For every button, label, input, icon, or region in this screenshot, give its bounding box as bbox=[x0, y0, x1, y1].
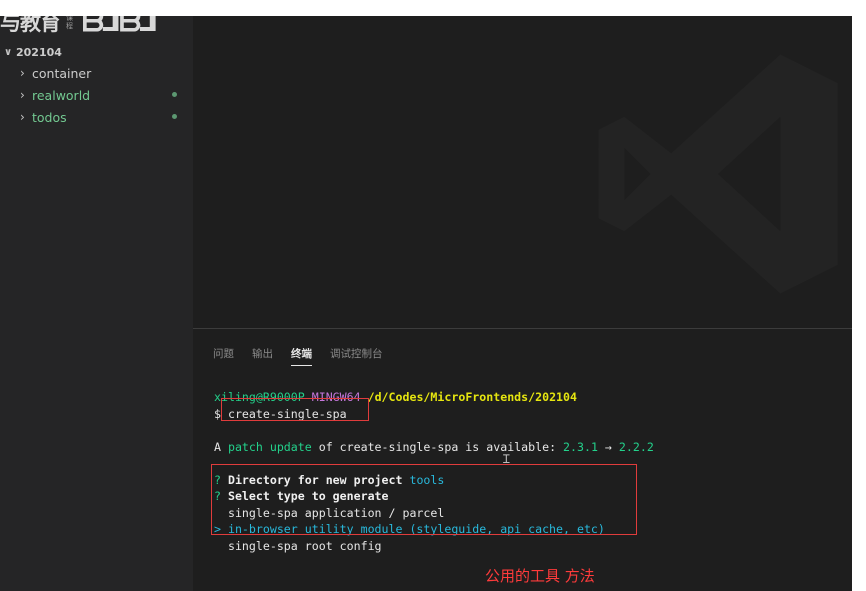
update-text: : bbox=[549, 439, 564, 454]
annotation-text: 公用的工具 方法 bbox=[485, 567, 595, 585]
file-tree: ∨ 202104 › container › realworld › todos bbox=[0, 42, 193, 128]
bottom-panel: 问题 输出 终端 调试控制台 xiling@R9000P MINGW64 /d/… bbox=[193, 328, 852, 591]
terminal-path: /d/Codes/MicroFrontends/202104 bbox=[367, 390, 577, 404]
update-patch: patch update bbox=[227, 439, 312, 454]
tab-problems[interactable]: 问题 bbox=[213, 343, 234, 365]
tab-output[interactable]: 输出 bbox=[252, 343, 273, 365]
explorer-sidebar: 与教育 课程 ᗷᒧᗷᒧ ∨ 202104 › container › realw… bbox=[0, 16, 193, 591]
update-text: A bbox=[214, 439, 228, 454]
highlight-box-command bbox=[221, 398, 369, 421]
tab-debug-console[interactable]: 调试控制台 bbox=[330, 343, 383, 365]
panel-tabs: 问题 输出 终端 调试控制台 bbox=[213, 343, 383, 366]
terminal-prompt-symbol: $ bbox=[214, 406, 221, 421]
update-available: available bbox=[486, 439, 550, 454]
folder-root-label: 202104 bbox=[16, 45, 62, 59]
logo-text: 与教育 bbox=[0, 16, 61, 35]
watermark-logo: 与教育 课程 ᗷᒧᗷᒧ bbox=[0, 16, 158, 42]
editor-area[interactable] bbox=[193, 16, 852, 328]
tab-terminal[interactable]: 终端 bbox=[291, 343, 312, 366]
folder-label: todos bbox=[32, 109, 67, 125]
vscode-watermark-icon bbox=[598, 54, 838, 294]
terminal-blank bbox=[214, 422, 654, 439]
update-text: of create-single-spa is bbox=[311, 439, 487, 454]
folder-container[interactable]: › container bbox=[0, 62, 193, 84]
terminal-update-line: A patch update of create-single-spa is a… bbox=[214, 439, 654, 456]
highlight-box-options bbox=[211, 464, 637, 535]
chevron-down-icon: ∨ bbox=[4, 46, 13, 58]
text-cursor-icon: Ɪ bbox=[503, 452, 510, 466]
option-root-config[interactable]: single-spa root config bbox=[214, 538, 654, 555]
chevron-right-icon: › bbox=[20, 66, 25, 80]
folder-label: container bbox=[32, 65, 92, 81]
option-label: single-spa root config bbox=[227, 538, 382, 553]
folder-todos[interactable]: › todos bbox=[0, 106, 193, 128]
git-modified-dot-icon bbox=[172, 114, 177, 119]
git-modified-dot-icon bbox=[172, 92, 177, 97]
logo-small-text: 课程 bbox=[66, 16, 73, 30]
version-from: 2.3.1 bbox=[563, 439, 598, 454]
folder-label: realworld bbox=[32, 87, 91, 103]
chevron-right-icon: › bbox=[20, 88, 25, 102]
version-to: 2.2.2 bbox=[618, 439, 654, 454]
chevron-right-icon: › bbox=[20, 110, 25, 124]
folder-realworld[interactable]: › realworld bbox=[0, 84, 193, 106]
folder-root[interactable]: ∨ 202104 bbox=[0, 42, 193, 62]
bilibili-logo: ᗷᒧᗷᒧ bbox=[82, 16, 158, 38]
arrow-icon: → bbox=[597, 439, 619, 454]
